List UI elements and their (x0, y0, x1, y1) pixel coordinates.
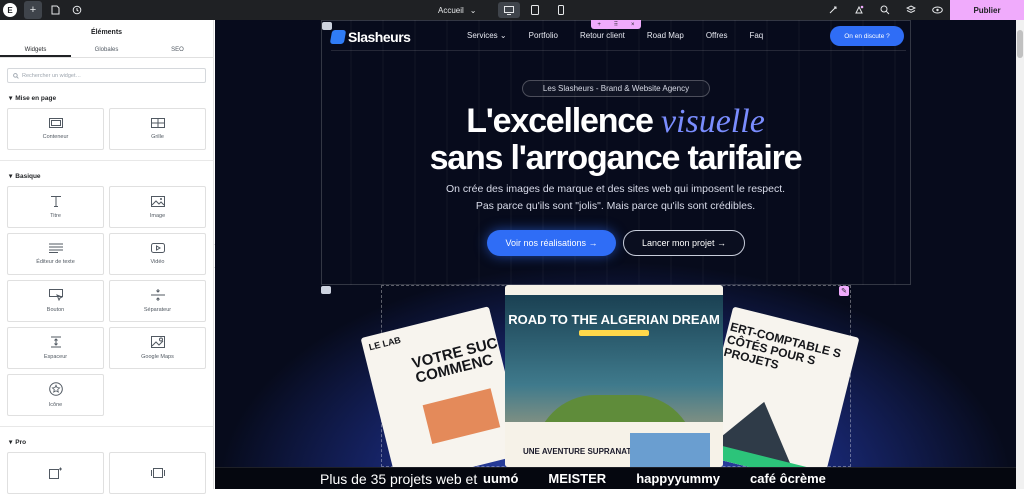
widget-titre[interactable]: Titre (7, 186, 104, 228)
page-selector[interactable]: Accueil ⌄ (438, 0, 477, 20)
client-logo: uumó (483, 471, 519, 486)
widget-pro-1[interactable] (7, 452, 104, 494)
add-element-icon[interactable]: + (24, 1, 42, 19)
caret-down-icon: ▾ (9, 173, 13, 180)
site-nav: Services ⌄ Portfolio Retour client Road … (467, 31, 785, 40)
widget-editeur-texte[interactable]: Éditeur de texte (7, 233, 104, 275)
image-icon (150, 195, 165, 207)
mobile-icon[interactable] (550, 2, 572, 18)
panel-tabs: Widgets Globales SEO (0, 44, 213, 58)
widget-video[interactable]: Vidéo (109, 233, 206, 275)
category-pro[interactable]: ▾ Pro (9, 438, 213, 447)
chevron-down-icon: ⌄ (499, 31, 507, 40)
contact-cta-button[interactable]: On en discute ? (830, 26, 904, 46)
preview-canvas: + ⠿ × Slasheurs Services ⌄ Portfolio Ret… (215, 20, 1024, 489)
client-logos: uumó MEISTER happyyummy café ôcrème (483, 471, 826, 486)
posts-icon (48, 467, 62, 479)
spacer-icon (50, 336, 61, 348)
canvas-scrollbar[interactable] (1016, 20, 1024, 489)
publish-button[interactable]: Publier (950, 0, 1024, 20)
header-divider (331, 50, 906, 51)
portfolio-button[interactable]: Voir nos réalisations → (487, 230, 616, 256)
container-icon (48, 118, 63, 128)
panel-title: Éléments (90, 28, 123, 36)
nav-services[interactable]: Services ⌄ (467, 31, 507, 40)
carousel-icon (150, 468, 165, 478)
caret-down-icon: ▾ (9, 95, 13, 102)
elements-panel: Éléments Widgets Globales SEO Rechercher… (0, 20, 214, 494)
editor-topbar: E + Accueil ⌄ Publier (0, 0, 1024, 20)
chevron-down-icon: ⌄ (469, 5, 477, 15)
widget-bouton[interactable]: Bouton (7, 280, 104, 322)
widget-separateur[interactable]: Séparateur (109, 280, 206, 322)
tablet-icon[interactable] (524, 2, 546, 18)
tab-widgets[interactable]: Widgets (0, 44, 71, 57)
divider-icon (150, 289, 165, 301)
nav-retour-client[interactable]: Retour client (580, 31, 625, 40)
caret-down-icon: ▾ (9, 439, 13, 446)
hero-subtitle-2: Pas parce qu'ils sont "jolis". Mais parc… (475, 200, 756, 212)
logo-mark-icon (329, 30, 347, 44)
scrollbar-thumb[interactable] (1017, 30, 1023, 58)
widget-conteneur[interactable]: Conteneur (7, 108, 104, 150)
notifications-icon[interactable] (850, 1, 868, 19)
tab-globales[interactable]: Globales (71, 44, 142, 57)
search-input[interactable]: Rechercher un widget… (22, 73, 81, 79)
map-icon (150, 336, 165, 348)
start-project-button[interactable]: Lancer mon projet → (623, 230, 745, 256)
grid-icon (150, 118, 165, 128)
widget-icone[interactable]: Icône (7, 374, 104, 416)
nav-road-map[interactable]: Road Map (647, 31, 684, 40)
tab-seo[interactable]: SEO (142, 44, 213, 57)
page-settings-icon[interactable] (46, 1, 64, 19)
elementor-logo[interactable]: E (0, 0, 20, 20)
category-mise-en-page[interactable]: ▾ Mise en page (9, 94, 213, 103)
client-logo: happyyummy (636, 471, 720, 486)
site-header: Slasheurs Services ⌄ Portfolio Retour cl… (329, 26, 904, 48)
showcase-handle-icon[interactable] (321, 286, 331, 294)
structure-icon[interactable] (902, 1, 920, 19)
device-switcher (498, 0, 572, 20)
clients-strip: Plus de 35 projets web et uumó MEISTER h… (215, 467, 1016, 489)
text-editor-icon (48, 243, 63, 253)
page-name: Accueil (438, 5, 464, 15)
nav-portfolio[interactable]: Portfolio (529, 31, 558, 40)
preview-icon[interactable] (928, 1, 946, 19)
heading-icon (50, 196, 61, 207)
headline-accent: visuelle (660, 103, 765, 140)
site-settings-icon[interactable] (824, 1, 842, 19)
hero-headline-line-2: sans l'arrogance tarifaire (429, 139, 803, 177)
widget-google-maps[interactable]: Google Maps (109, 327, 206, 369)
video-icon (150, 243, 165, 253)
desktop-icon[interactable] (498, 2, 520, 18)
hero-subtitle-1: On crée des images de marque et des site… (445, 183, 786, 195)
hero-headline-line-1: L'excellence visuelle (466, 102, 765, 140)
site-logo[interactable]: Slasheurs (329, 29, 411, 45)
edit-pencil-icon[interactable]: ✎ (839, 286, 849, 296)
widget-espaceur[interactable]: Espaceur (7, 327, 104, 369)
client-logo: MEISTER (548, 471, 607, 486)
search-icon[interactable] (876, 1, 894, 19)
widget-pro-2[interactable] (109, 452, 206, 494)
widget-search[interactable]: Rechercher un widget… (7, 68, 206, 83)
widget-image[interactable]: Image (109, 186, 206, 228)
agency-pill: Les Slasheurs - Brand & Website Agency (522, 80, 710, 97)
button-icon (48, 289, 63, 301)
clients-strip-text: Plus de 35 projets web et (320, 471, 478, 487)
mockup-center: ROAD TO THE ALGERIAN DREAM UNE AVENTURE … (505, 285, 723, 467)
widget-grille[interactable]: Grille (109, 108, 206, 150)
history-icon[interactable] (68, 1, 86, 19)
nav-offres[interactable]: Offres (706, 31, 728, 40)
nav-faq[interactable]: Faq (749, 31, 763, 40)
search-icon (13, 72, 19, 79)
client-logo: café ôcrème (750, 471, 826, 486)
star-icon (48, 382, 63, 396)
category-basique[interactable]: ▾ Basique (9, 172, 213, 181)
